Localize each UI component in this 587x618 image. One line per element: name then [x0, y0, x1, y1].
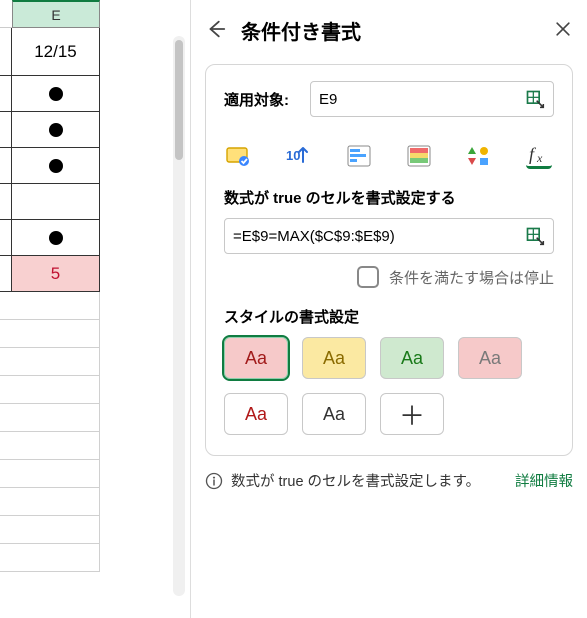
cell-date[interactable]: 12/15: [12, 28, 100, 76]
conditional-formatting-panel: 条件付き書式 適用対象: E9 10: [190, 0, 587, 618]
cell-dot[interactable]: [12, 112, 100, 148]
svg-text:10: 10: [286, 148, 300, 163]
data-bars-icon[interactable]: [346, 143, 372, 169]
cell-highlighted[interactable]: 5: [12, 256, 100, 292]
cell-dot[interactable]: [12, 220, 100, 256]
formula-section-title: 数式が true のセルを書式設定する: [224, 187, 554, 208]
style-swatch-4[interactable]: Aa: [458, 337, 522, 379]
color-scales-icon[interactable]: [406, 143, 432, 169]
applies-to-label: 適用対象:: [224, 89, 298, 110]
info-link[interactable]: 詳細情報: [515, 470, 573, 491]
style-swatch-3[interactable]: Aa: [380, 337, 444, 379]
cell-dot[interactable]: [12, 148, 100, 184]
scrollbar-thumb[interactable]: [175, 40, 183, 160]
sheet-rows: 12/15 5: [0, 28, 168, 292]
dot-icon: [49, 123, 63, 137]
info-text: 数式が true のセルを書式設定します。: [231, 470, 507, 491]
panel-title: 条件付き書式: [241, 16, 539, 45]
formula-icon[interactable]: fx: [526, 143, 552, 169]
applies-to-value: E9: [319, 91, 525, 108]
column-header-e[interactable]: E: [12, 0, 100, 28]
svg-text:f: f: [529, 144, 537, 164]
rule-type-row: 10 fx: [226, 143, 554, 169]
range-picker-icon[interactable]: [525, 89, 545, 109]
icon-sets-icon[interactable]: [466, 143, 492, 169]
info-icon: [205, 472, 223, 490]
column-header-row: E: [0, 0, 168, 28]
stop-if-true-label: 条件を満たす場合は停止: [389, 267, 554, 288]
applies-to-input[interactable]: E9: [310, 81, 554, 117]
top-bottom-icon[interactable]: 10: [286, 143, 312, 169]
formula-value: =E$9=MAX($C$9:$E$9): [233, 228, 525, 245]
vertical-scrollbar[interactable]: [168, 0, 190, 618]
cell-blank[interactable]: [12, 184, 100, 220]
range-picker-icon[interactable]: [525, 226, 545, 246]
style-swatch-5[interactable]: Aa: [224, 393, 288, 435]
formula-input[interactable]: =E$9=MAX($C$9:$E$9): [224, 218, 554, 254]
dot-icon: [49, 159, 63, 173]
svg-text:x: x: [536, 151, 543, 165]
style-swatch-custom[interactable]: ＋: [380, 393, 444, 435]
panel-card: 適用対象: E9 10: [205, 64, 573, 456]
highlight-cells-icon[interactable]: [226, 143, 252, 169]
cell-dot[interactable]: [12, 76, 100, 112]
style-swatch-2[interactable]: Aa: [302, 337, 366, 379]
style-swatches: Aa Aa Aa Aa Aa Aa ＋: [224, 337, 554, 435]
back-button[interactable]: [205, 18, 227, 43]
style-section-title: スタイルの書式設定: [224, 306, 554, 327]
close-button[interactable]: [553, 19, 573, 42]
stop-if-true-checkbox[interactable]: [357, 266, 379, 288]
dot-icon: [49, 231, 63, 245]
style-swatch-6[interactable]: Aa: [302, 393, 366, 435]
sheet-area: E 12/15 5: [0, 0, 168, 618]
dot-icon: [49, 87, 63, 101]
style-swatch-1[interactable]: Aa: [224, 337, 288, 379]
